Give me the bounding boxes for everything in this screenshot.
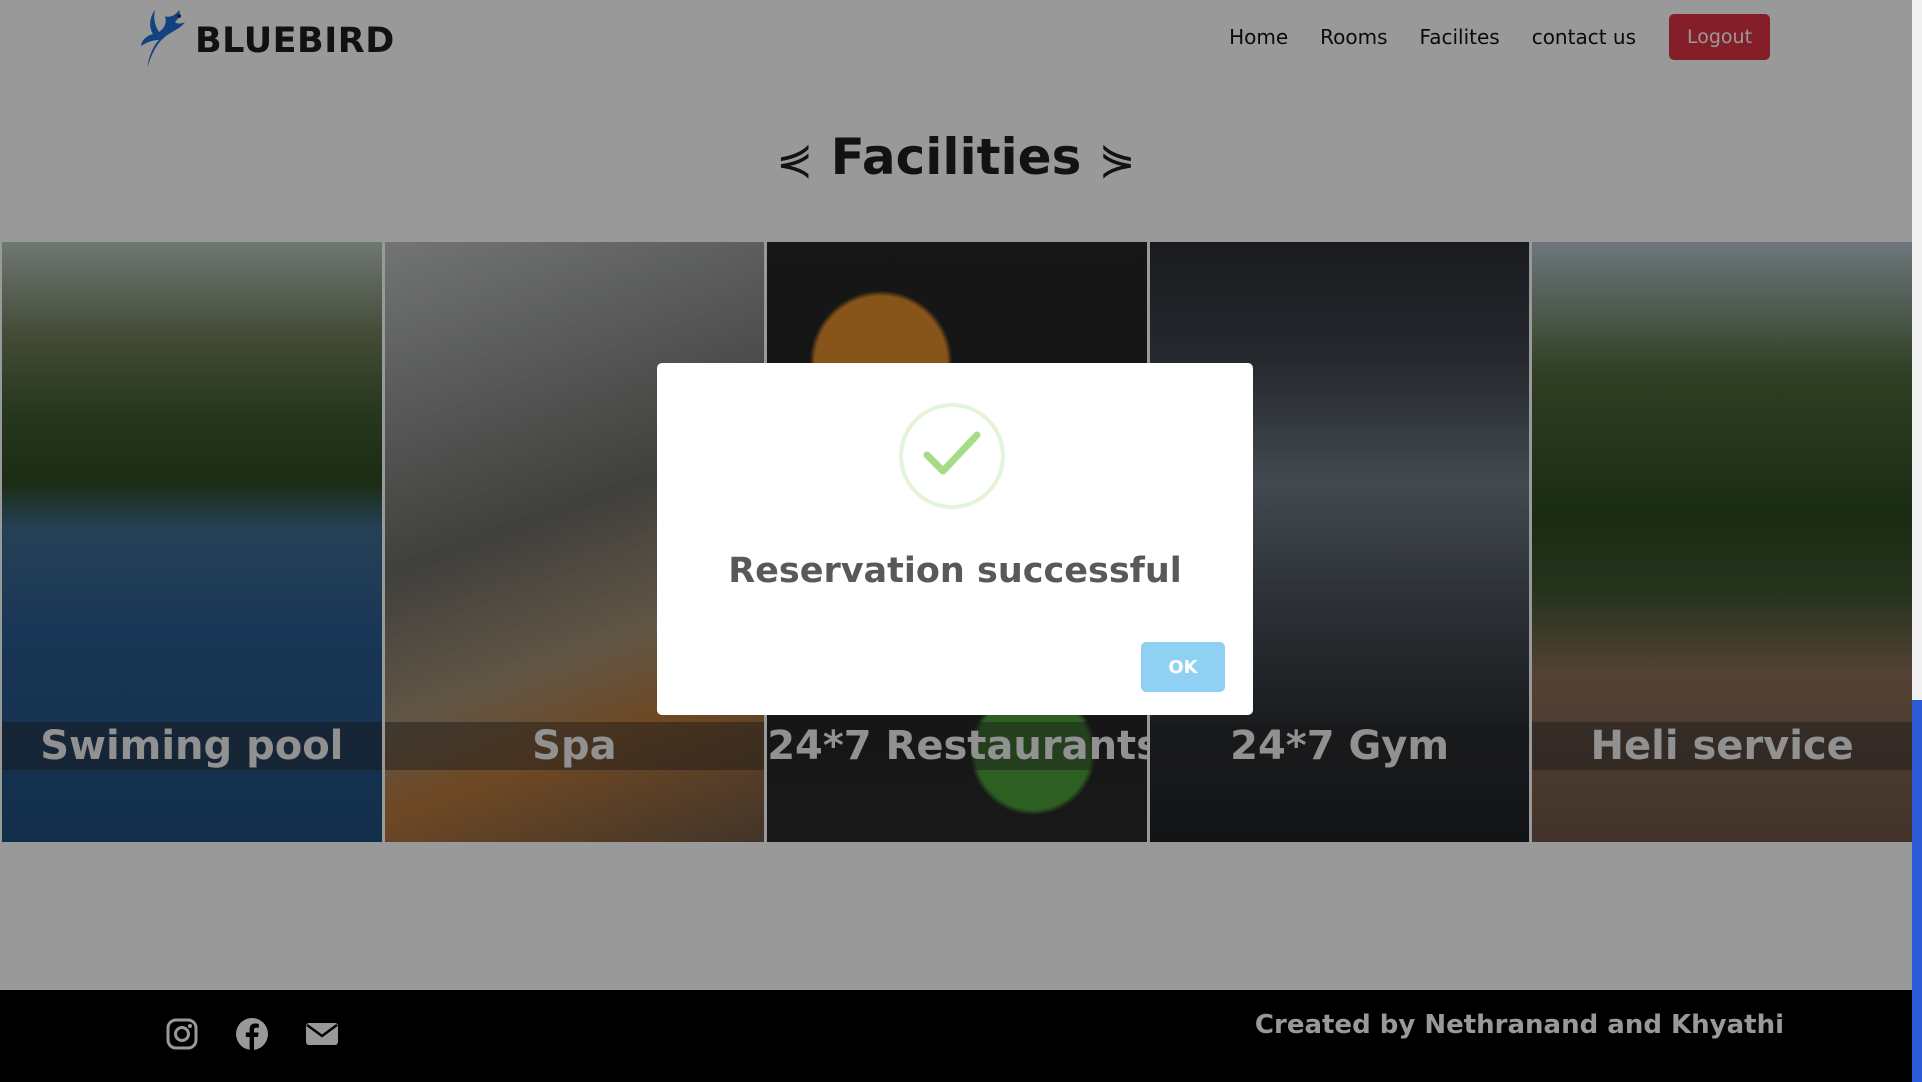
scrollbar-thumb[interactable] [1912,700,1922,1082]
dialog-title: Reservation successful [728,551,1182,591]
ok-button[interactable]: OK [1141,642,1225,692]
page: BLUEBIRD Home Rooms Facilites contact us… [0,0,1922,1082]
success-dialog: Reservation successful OK [657,363,1253,715]
success-check-icon [899,403,1005,509]
